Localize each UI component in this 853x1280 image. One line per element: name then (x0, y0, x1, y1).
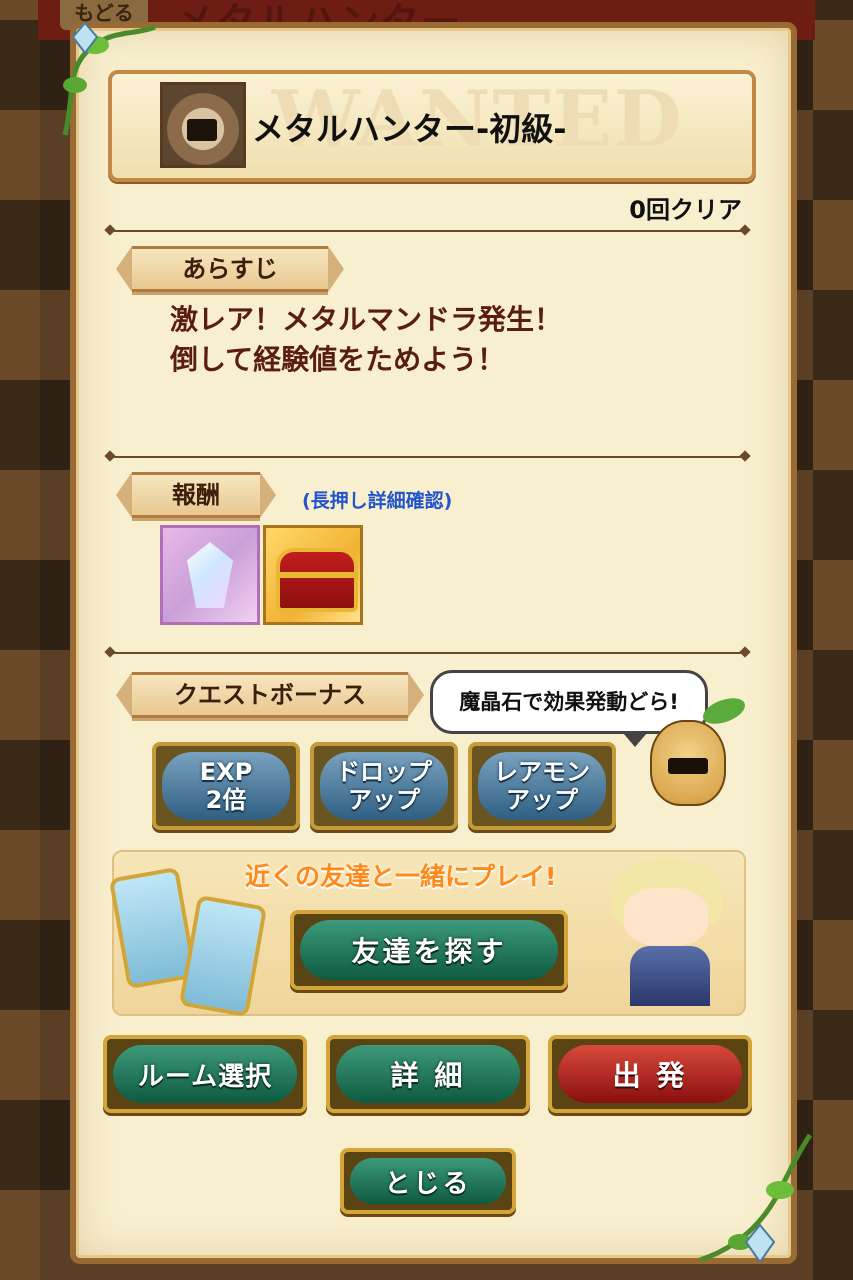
reward-crystal[interactable] (160, 525, 260, 625)
divider (110, 230, 745, 232)
quest-header: WANTED メタルハンター-初級- (108, 70, 756, 182)
background-right-column (813, 0, 853, 1280)
synopsis-line-2: 倒して経験値をためよう！ (170, 343, 506, 376)
quest-title: メタルハンター-初級- (252, 110, 567, 148)
synopsis-line-1: 激レア！メタルマンドラ発生！ (170, 303, 563, 336)
clear-count: 0回クリア (629, 196, 742, 224)
quest-monster-icon (160, 82, 246, 168)
vine-decoration (699, 1133, 813, 1264)
nearby-play-banner: 近くの友達と一緒にプレイ! (245, 862, 557, 891)
drop-bonus-button[interactable]: ドロップ アップ (310, 742, 458, 830)
depart-button[interactable]: 出 発 (548, 1035, 752, 1113)
reward-treasure-chest[interactable] (263, 525, 363, 625)
raremon-bonus-button[interactable]: レアモン アップ (468, 742, 616, 830)
long-press-hint: (長押し詳細確認) (302, 490, 453, 512)
background-left-column (0, 0, 40, 1280)
vine-decoration (62, 21, 156, 136)
find-friends-button[interactable]: 友達を探す (290, 910, 568, 990)
quest-bonus-heading: クエストボーナス (116, 672, 424, 718)
knight-character (600, 858, 740, 1008)
details-button[interactable]: 詳 細 (326, 1035, 530, 1113)
treasure-chest-icon (276, 548, 358, 612)
mandora-mascot (650, 720, 726, 806)
crystal-icon (187, 542, 233, 608)
divider (110, 456, 745, 458)
room-select-button[interactable]: ルーム選択 (103, 1035, 307, 1113)
exp-bonus-button[interactable]: EXP 2倍 (152, 742, 300, 830)
rewards-heading: 報酬 (116, 472, 276, 518)
close-button[interactable]: とじる (340, 1148, 516, 1214)
divider (110, 652, 745, 654)
synopsis-heading: あらすじ (116, 246, 344, 292)
synopsis-text: 激レア！メタルマンドラ発生！ 倒して経験値をためよう！ (170, 300, 562, 380)
